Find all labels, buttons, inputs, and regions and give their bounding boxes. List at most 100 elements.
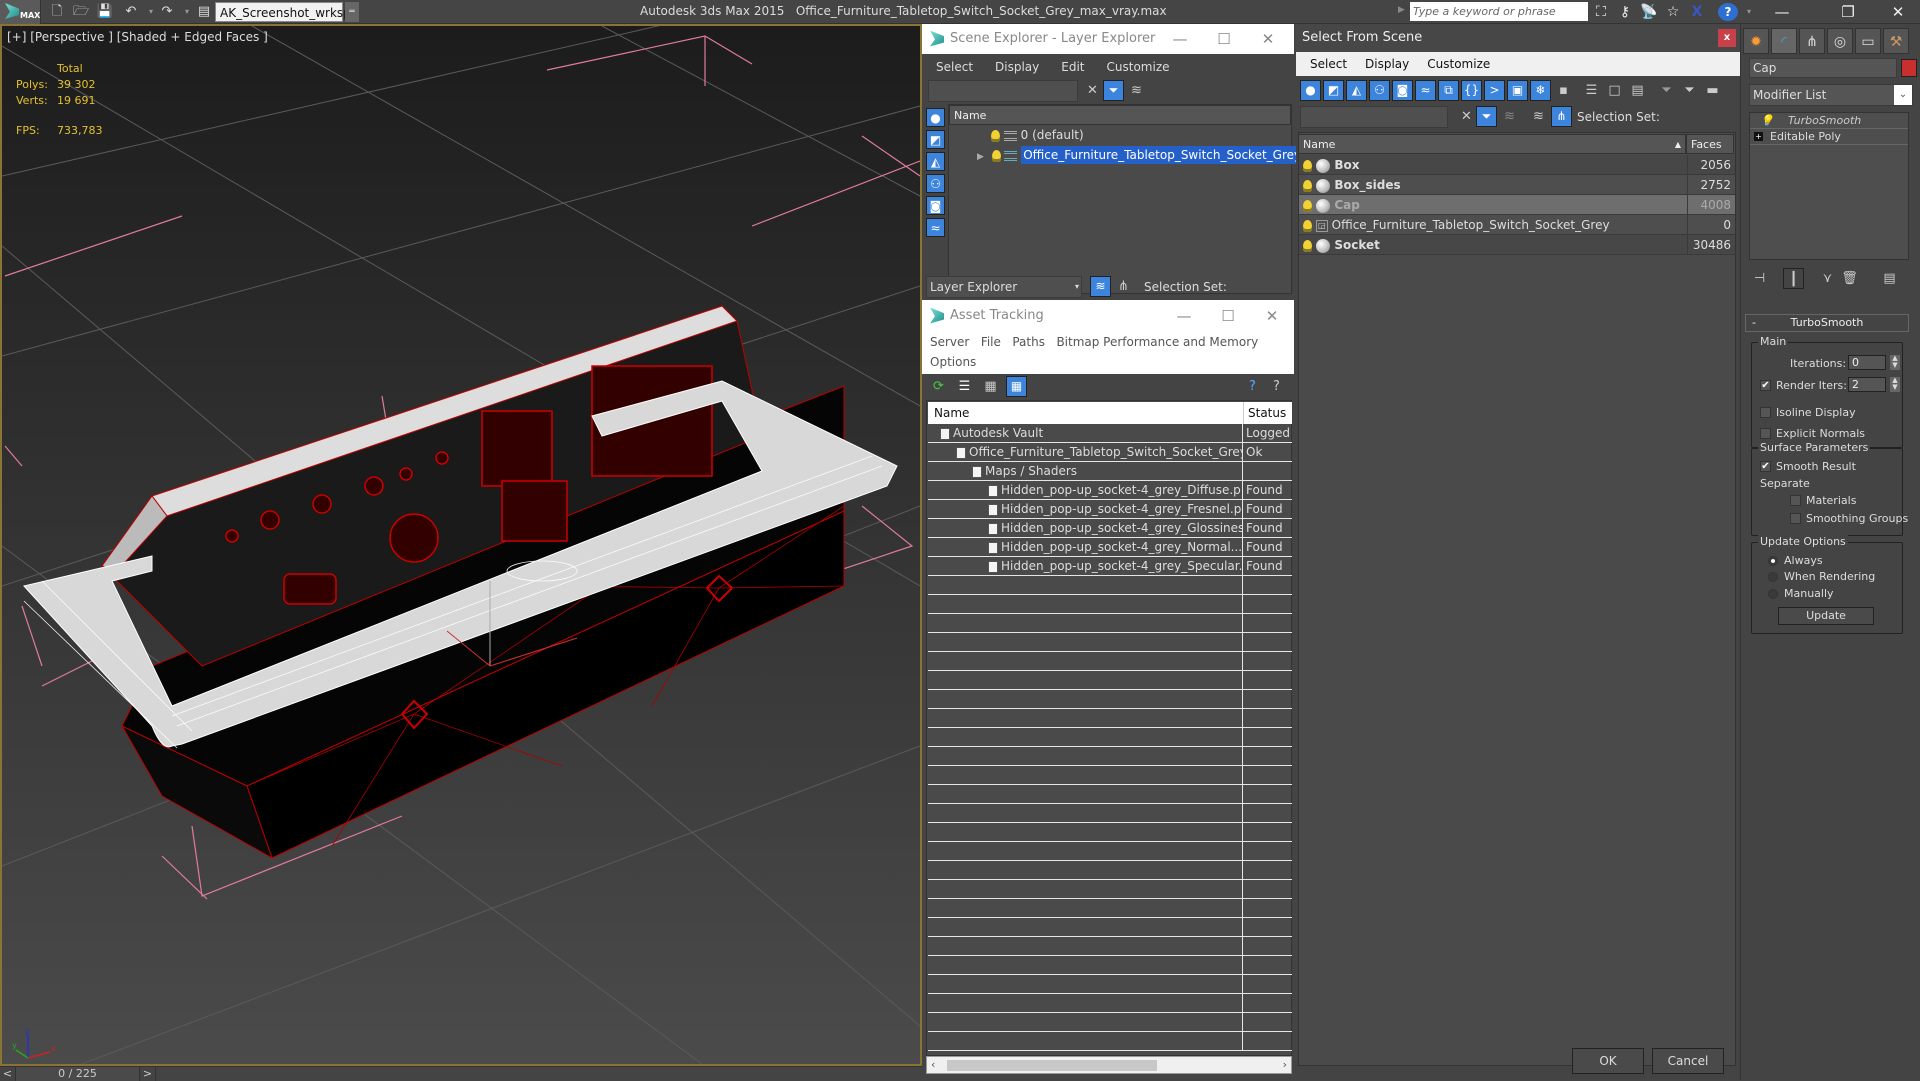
filter-icon[interactable]: ⏷	[1476, 106, 1497, 127]
menu-display[interactable]: Display	[995, 60, 1039, 74]
object-name-field[interactable]: Cap	[1749, 58, 1897, 78]
advanced-filter-icon[interactable]: ⏷	[1679, 80, 1700, 101]
restore-button[interactable]: ❐	[1826, 2, 1870, 22]
filter-helpers-icon[interactable]: ◙	[1392, 80, 1413, 101]
utilities-tab-icon[interactable]: ⚒	[1883, 28, 1909, 54]
filter-geometry-icon[interactable]: ●	[1300, 80, 1321, 101]
search-expand-icon[interactable]: ▶	[1398, 5, 1405, 15]
find-field[interactable]	[1300, 106, 1448, 128]
filter-bones-icon[interactable]: >	[1484, 80, 1505, 101]
menu-customize[interactable]: Customize	[1427, 57, 1490, 71]
visibility-bulb-icon[interactable]	[991, 149, 1001, 162]
maximize-button[interactable]: ☐	[1206, 301, 1250, 331]
display-filter-icon[interactable]: ⏷	[1656, 80, 1677, 101]
select-none-icon[interactable]: □	[1604, 80, 1625, 101]
filter-xrefs-icon[interactable]: {}	[1461, 80, 1482, 101]
asset-row[interactable]: Hidden_pop-up_socket-4_grey_Glossines...…	[928, 519, 1292, 538]
stack-item-editable-poly[interactable]: + Editable Poly	[1750, 129, 1908, 145]
scroll-left-icon[interactable]: ‹	[931, 1058, 935, 1071]
object-row[interactable]: Box_sides 2752	[1299, 175, 1735, 195]
display-lights-icon[interactable]: ◭	[926, 152, 945, 171]
isoline-display-checkbox[interactable]	[1760, 407, 1771, 418]
select-invert-icon[interactable]: ▤	[1627, 80, 1648, 101]
close-button[interactable]: ✕	[1246, 24, 1290, 54]
clear-find-icon[interactable]: ✕	[1082, 80, 1103, 101]
workspace-dropdown[interactable]: AK_Screenshot_wrksp	[215, 2, 351, 22]
update-manually-radio[interactable]	[1768, 589, 1778, 599]
menu-bitmap-performance[interactable]: Bitmap Performance and Memory	[1056, 335, 1258, 349]
display-spacewarps-icon[interactable]: ≈	[926, 218, 945, 237]
thumbnail-view-icon[interactable]: ▦	[980, 376, 1001, 397]
sort-by-hierarchy-icon[interactable]: ⋔	[1113, 276, 1134, 297]
perspective-viewport[interactable]: [+] [Perspective ] [Shaded + Edged Faces…	[0, 24, 922, 1066]
asset-row[interactable]: Autodesk Vault Logged	[928, 424, 1292, 443]
menu-server[interactable]: Server	[930, 335, 969, 349]
expand-plus-icon[interactable]: +	[1754, 132, 1763, 141]
app-menu-button[interactable]: MAX	[0, 0, 41, 24]
asset-row[interactable]: Office_Furniture_Tabletop_Switch_Socket_…	[928, 443, 1292, 462]
column-header-name[interactable]: Name	[949, 105, 1291, 125]
display-shapes-icon[interactable]: ◩	[926, 130, 945, 149]
new-file-icon[interactable]: 🗋	[48, 3, 66, 21]
modifier-on-bulb-icon[interactable]: 💡	[1760, 113, 1774, 129]
help-about-icon[interactable]: ?	[1266, 376, 1287, 397]
filter-hidden-icon[interactable]: ▪	[1553, 80, 1574, 101]
column-header-name[interactable]: Name	[934, 402, 969, 424]
menu-file[interactable]: File	[981, 335, 1001, 349]
asset-row[interactable]: Hidden_pop-up_socket-4_grey_Diffuse.p...…	[928, 481, 1292, 500]
satellite-icon[interactable]: 📡	[1640, 3, 1658, 21]
configure-modifier-sets-icon[interactable]: ▤	[1879, 268, 1900, 289]
turbosmooth-rollout-header[interactable]: - TurboSmooth	[1745, 314, 1909, 332]
menu-select[interactable]: Select	[1310, 57, 1347, 71]
iterations-spinner[interactable]: 0	[1848, 355, 1886, 370]
time-slider[interactable]: < 0 / 225 >	[0, 1066, 922, 1081]
filter-icon[interactable]: ⏷	[1103, 80, 1124, 101]
key-icon[interactable]: ⚷	[1616, 3, 1634, 21]
quick-access-dropdown-icon[interactable]: ═	[345, 2, 359, 22]
column-header-faces[interactable]: Faces	[1686, 134, 1734, 154]
undo-icon[interactable]: ↶	[122, 3, 140, 21]
redo-dropdown-icon[interactable]: ▾	[178, 3, 196, 21]
favorites-star-icon[interactable]: ☆	[1664, 3, 1682, 21]
display-tab-icon[interactable]: ▭	[1855, 28, 1881, 54]
asset-row[interactable]: Hidden_pop-up_socket-4_grey_Fresnel.p...…	[928, 500, 1292, 519]
next-frame-button[interactable]: >	[139, 1067, 156, 1081]
filter-frozen-icon[interactable]: ❄	[1530, 80, 1551, 101]
iterations-spinner-arrows[interactable]: ▲ ▼	[1890, 355, 1900, 370]
display-cameras-icon[interactable]: ⚇	[926, 174, 945, 193]
scroll-right-icon[interactable]: ›	[1283, 1058, 1287, 1071]
separate-materials-checkbox[interactable]	[1790, 495, 1801, 506]
maximize-button[interactable]: ☐	[1202, 24, 1246, 54]
show-end-result-icon[interactable]: ┃	[1783, 268, 1804, 289]
filter-groups-icon[interactable]: ⧉	[1438, 80, 1459, 101]
modifier-list-dropdown[interactable]: Modifier List ⌄	[1749, 84, 1913, 106]
menu-select[interactable]: Select	[936, 60, 973, 74]
stack-item-turbosmooth[interactable]: 💡 TurboSmooth	[1750, 113, 1908, 129]
smooth-result-checkbox[interactable]: ✔	[1760, 461, 1771, 472]
column-header-status[interactable]: Status	[1243, 402, 1286, 424]
time-slider-handle[interactable]: 0 / 225	[16, 1067, 139, 1081]
visibility-bulb-icon[interactable]	[1303, 199, 1312, 212]
modify-tab-icon[interactable]: ◜	[1771, 28, 1797, 54]
minimize-button[interactable]: —	[1162, 301, 1206, 331]
exchange-x-icon[interactable]: X	[1688, 3, 1706, 21]
make-unique-icon[interactable]: ⋎	[1817, 268, 1838, 289]
remove-modifier-icon[interactable]: 🗑	[1839, 268, 1860, 289]
visibility-bulb-icon[interactable]	[1303, 179, 1312, 192]
object-color-swatch[interactable]	[1901, 59, 1917, 77]
layer-row[interactable]: 0 (default)	[949, 125, 1291, 145]
asset-row[interactable]: Hidden_pop-up_socket-4_grey_Specular....…	[928, 557, 1292, 576]
help-dropdown-icon[interactable]: ▾	[1740, 3, 1758, 21]
redo-icon[interactable]: ↷	[158, 3, 176, 21]
update-when-rendering-radio[interactable]	[1768, 572, 1778, 582]
help-icon[interactable]: ?	[1718, 3, 1738, 21]
object-row[interactable]: ◲ Office_Furniture_Tabletop_Switch_Socke…	[1299, 215, 1735, 235]
viewport-label-menu[interactable]: [+] [Perspective ] [Shaded + Edged Faces…	[7, 30, 268, 44]
project-folder-icon[interactable]: ▤	[195, 3, 213, 21]
motion-tab-icon[interactable]: ◎	[1827, 28, 1853, 54]
close-button[interactable]: ✕	[1876, 2, 1920, 22]
table-view-icon[interactable]: ▦	[1006, 376, 1027, 397]
sort-by-layer-icon[interactable]: ≋	[1528, 106, 1549, 127]
visibility-bulb-icon[interactable]	[1303, 219, 1312, 232]
save-file-icon[interactable]: 💾	[96, 3, 114, 21]
